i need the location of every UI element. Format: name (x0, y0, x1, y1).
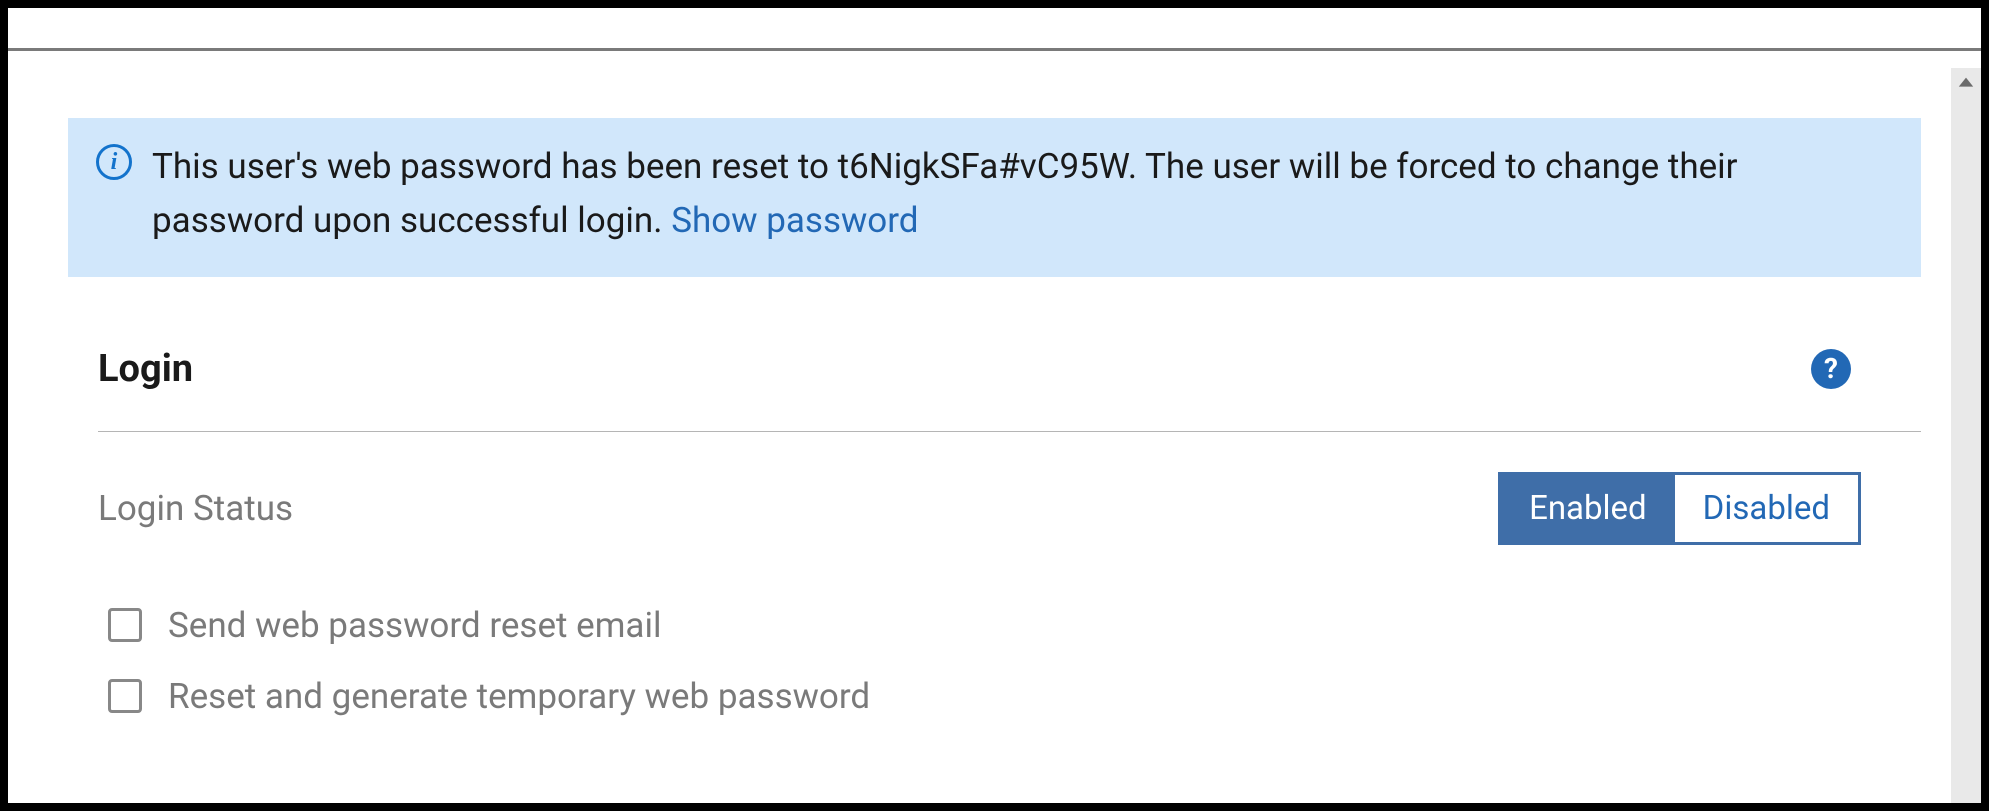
generate-temp-password-checkbox[interactable] (108, 679, 142, 713)
send-reset-email-checkbox[interactable] (108, 608, 142, 642)
enabled-toggle-button[interactable]: Enabled (1501, 475, 1675, 542)
generate-temp-password-label: Reset and generate temporary web passwor… (168, 676, 870, 717)
login-status-label: Login Status (98, 488, 293, 529)
top-divider (8, 48, 1981, 51)
info-banner-text: This user's web password has been reset … (152, 140, 1893, 249)
send-reset-email-label: Send web password reset email (168, 605, 662, 646)
login-status-toggle: Enabled Disabled (1498, 472, 1861, 545)
login-section-title: Login (98, 347, 193, 391)
info-message-prefix: This user's web password has been reset … (152, 146, 838, 187)
vertical-scrollbar[interactable] (1951, 68, 1981, 803)
info-password-value: t6NigkSFa#vC95W (838, 146, 1128, 187)
help-icon[interactable]: ? (1811, 349, 1851, 389)
show-password-link[interactable]: Show password (671, 200, 918, 241)
password-reset-info-banner: i This user's web password has been rese… (68, 118, 1921, 277)
section-divider (98, 431, 1921, 432)
scroll-up-arrow-icon[interactable] (1951, 68, 1981, 98)
info-icon: i (96, 144, 132, 180)
disabled-toggle-button[interactable]: Disabled (1675, 475, 1858, 542)
